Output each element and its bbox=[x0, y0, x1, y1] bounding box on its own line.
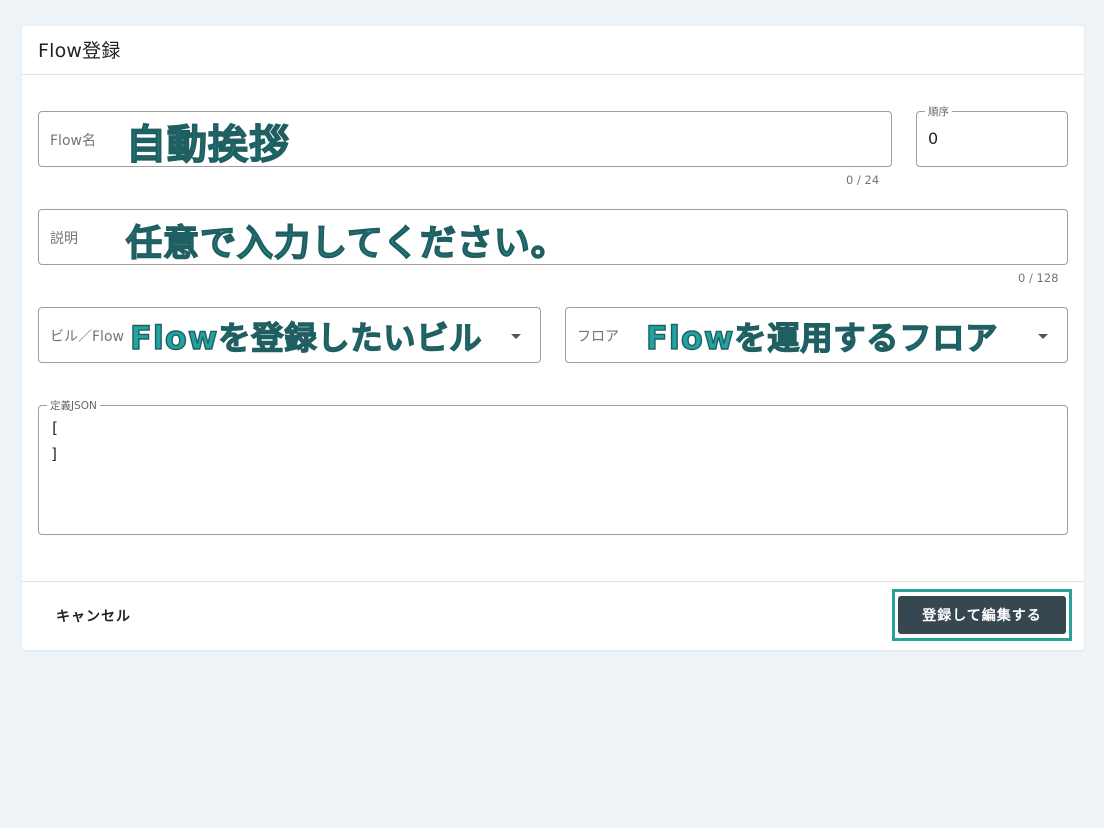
building-annotation: Flowを登録したいビル bbox=[129, 318, 483, 357]
flow-name-annotation: 自動挨拶 bbox=[125, 121, 290, 168]
caret-down-icon bbox=[1038, 334, 1048, 339]
description-label: 説明 bbox=[50, 231, 78, 247]
footer-divider bbox=[22, 581, 1084, 582]
cancel-button[interactable]: キャンセル bbox=[42, 598, 145, 634]
dialog-title: Flow登録 bbox=[38, 40, 121, 62]
description-counter: 0 / 128 bbox=[1018, 271, 1059, 285]
order-field[interactable]: 順序 0 bbox=[916, 104, 1068, 167]
order-value: 0 bbox=[928, 129, 939, 148]
definition-json-label: 定義JSON bbox=[47, 398, 100, 413]
floor-annotation: Flowを運用するフロア bbox=[645, 318, 999, 357]
flow-name-label: Flow名 bbox=[50, 133, 96, 149]
building-label: ビル／Flow bbox=[50, 329, 124, 345]
json-line: ] bbox=[50, 445, 60, 463]
description-annotation: 任意で入力してください。 bbox=[125, 222, 568, 264]
order-label: 順序 bbox=[925, 104, 952, 119]
json-line: [ bbox=[50, 419, 60, 437]
flow-name-counter: 0 / 24 bbox=[846, 173, 880, 187]
flow-register-dialog: Flow登録 Flow名 自動挨拶 0 / 24 順序 0 説明 任意で入力して… bbox=[22, 26, 1084, 650]
definition-json-field[interactable]: 定義JSON [ ] bbox=[38, 398, 1068, 535]
header-divider bbox=[22, 74, 1084, 75]
caret-down-icon bbox=[511, 334, 521, 339]
definition-json-content: [ ] bbox=[50, 415, 59, 467]
floor-label: フロア bbox=[577, 329, 619, 345]
register-and-edit-button[interactable]: 登録して編集する bbox=[898, 596, 1066, 634]
